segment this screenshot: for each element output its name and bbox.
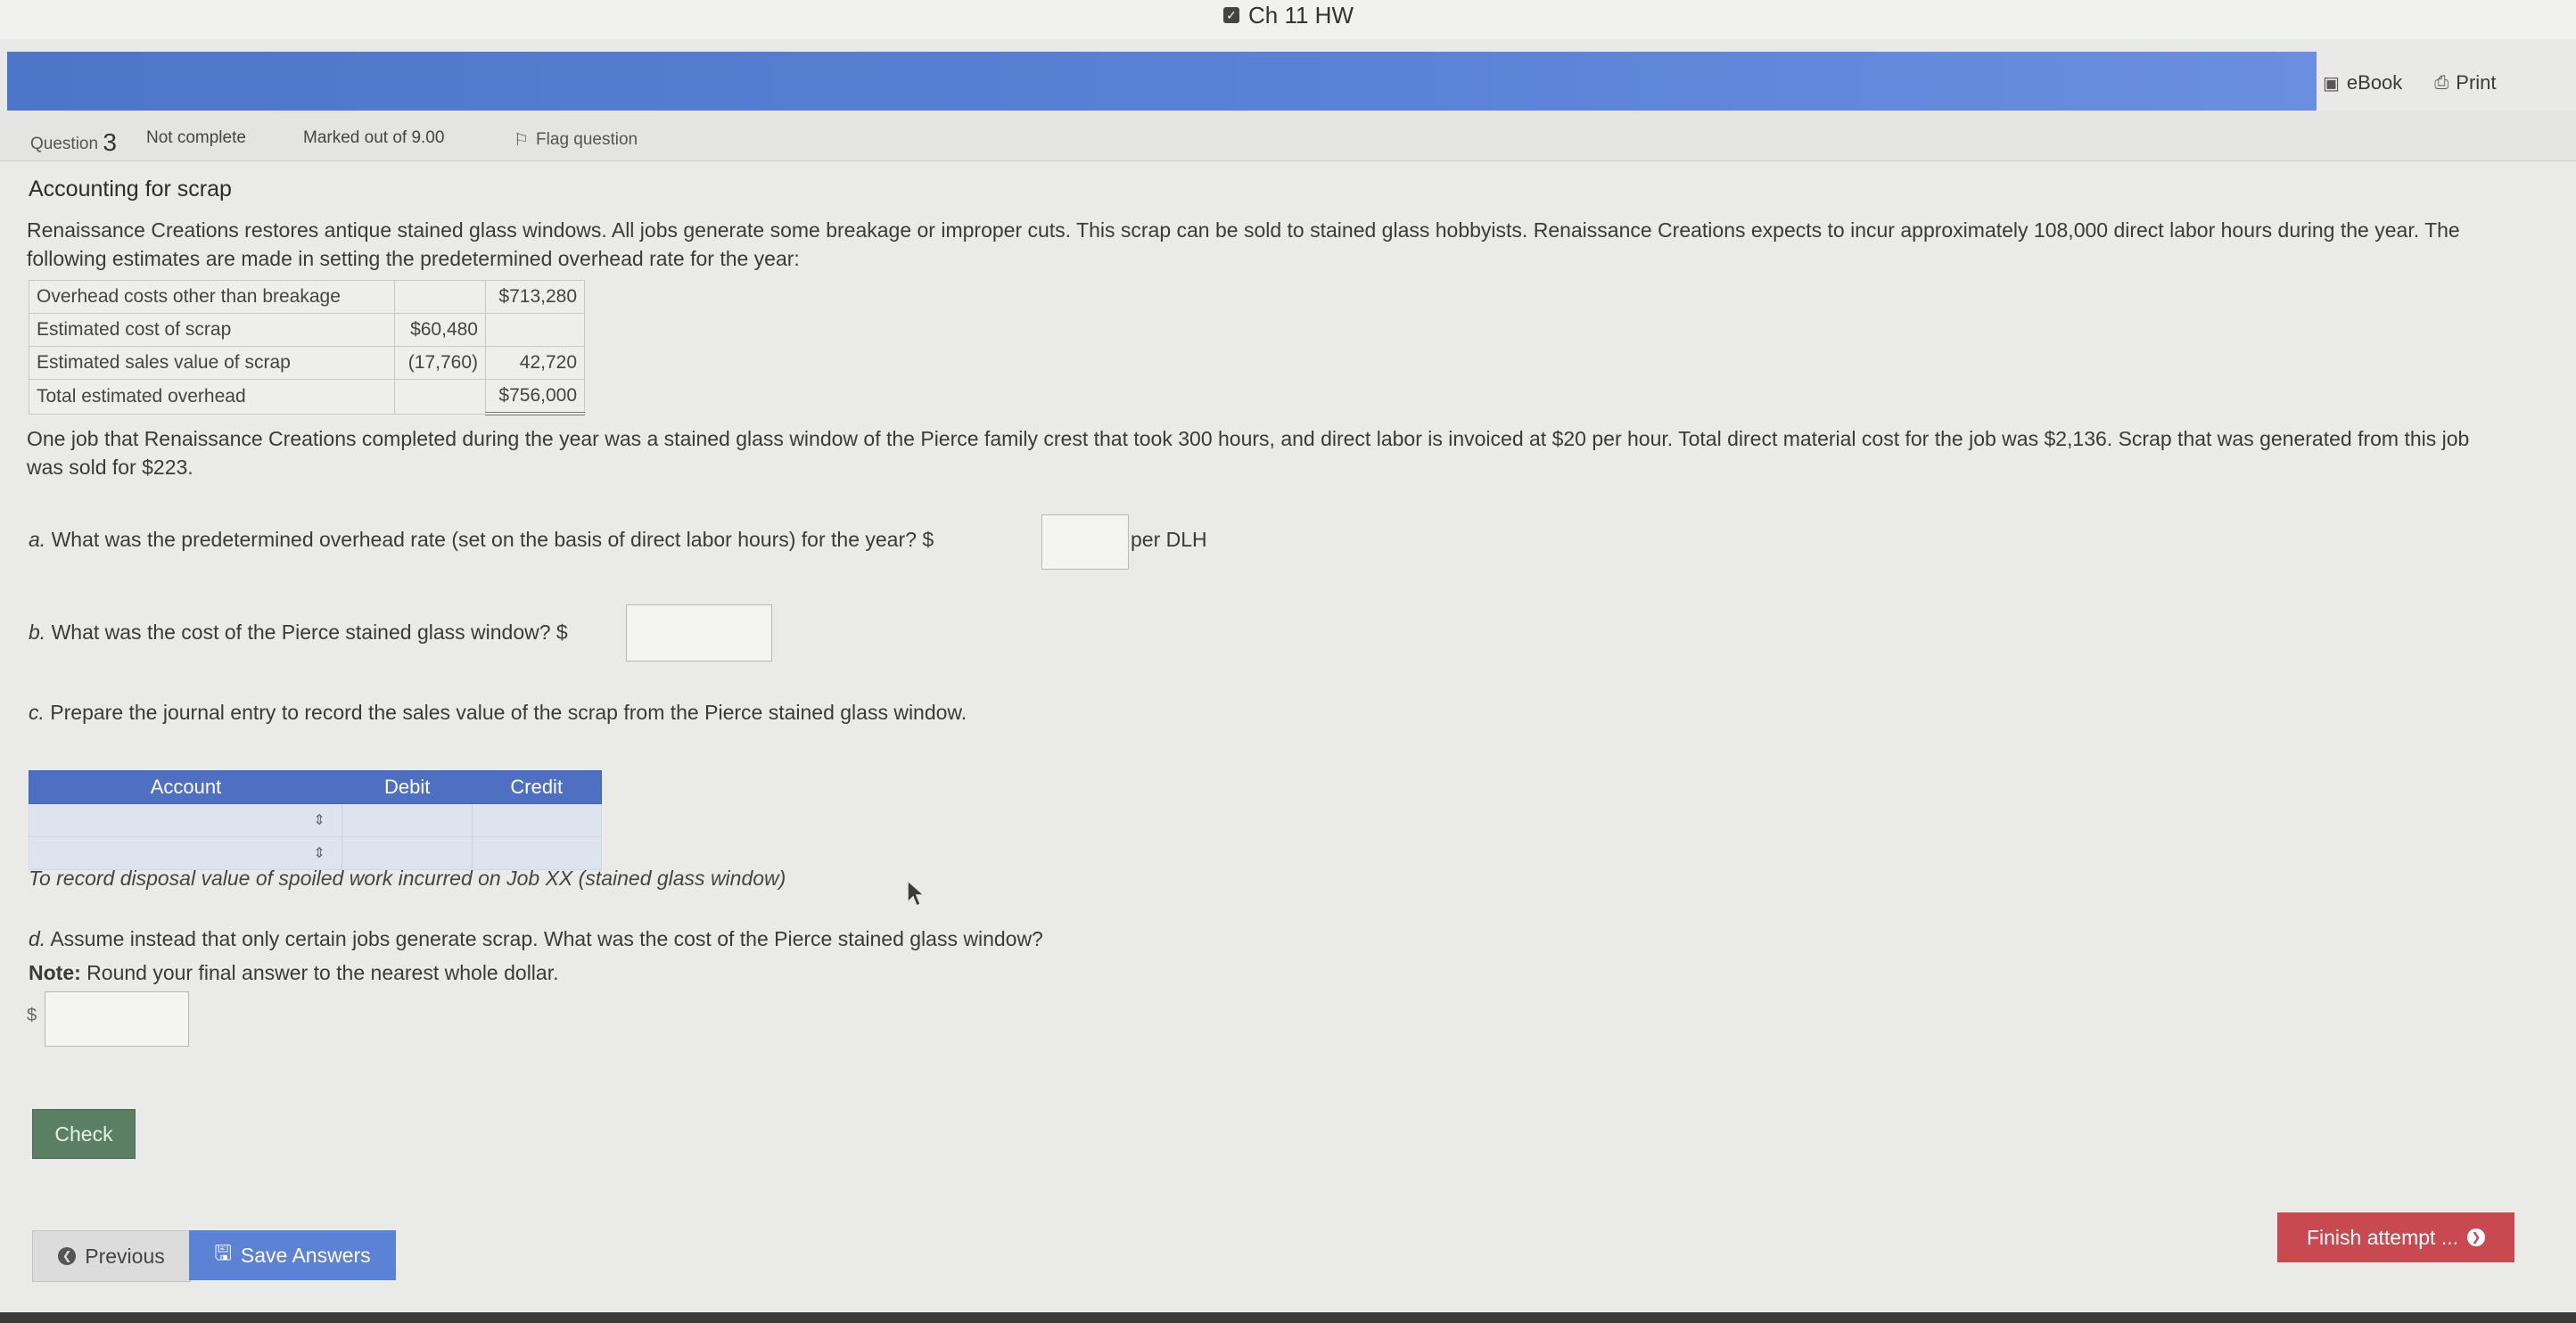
- credit-input[interactable]: [473, 804, 601, 836]
- print-link[interactable]: ⎙ Print: [2434, 71, 2496, 94]
- save-answers-button[interactable]: 🖫 Save Answers: [189, 1230, 396, 1280]
- table-row: Estimated cost of scrap $60,480: [29, 313, 585, 347]
- check-button[interactable]: Check: [32, 1109, 136, 1159]
- journal-entry-table: Account Debit Credit ⇕ ⇕: [29, 770, 602, 870]
- alt-window-cost-input[interactable]: [45, 991, 189, 1047]
- debit-header: Debit: [384, 776, 431, 798]
- flag-icon: ⚐: [514, 131, 530, 150]
- credit-header: Credit: [510, 776, 564, 798]
- problem-intro: Renaissance Creations restores antique s…: [27, 218, 2460, 270]
- table-row: Overhead costs other than breakage $713,…: [29, 280, 585, 314]
- journal-row: ⇕: [29, 837, 602, 870]
- mouse-cursor-icon: [907, 879, 926, 908]
- question-info-bar: Question 3 Not complete Marked out of 9.…: [0, 111, 2576, 161]
- ebook-link[interactable]: ▣ eBook: [2323, 71, 2402, 94]
- overhead-rate-input[interactable]: [1041, 514, 1129, 570]
- part-d-question: d. Assume instead that only certain jobs…: [29, 927, 1043, 950]
- question-status: Not complete: [146, 128, 246, 147]
- book-icon: ▣: [2323, 73, 2340, 94]
- question-marks: Marked out of 9.00: [303, 128, 445, 147]
- table-row: Estimated sales value of scrap (17,760) …: [29, 346, 585, 380]
- journal-row: ⇕: [29, 804, 602, 837]
- select-arrows-icon: ⇕: [313, 846, 325, 861]
- print-label: Print: [2456, 71, 2497, 94]
- dollar-sign: $: [27, 1006, 37, 1025]
- part-a-question: a. What was the predetermined overhead r…: [29, 528, 934, 551]
- journal-caption: To record disposal value of spoiled work…: [29, 867, 786, 890]
- header-banner: [7, 52, 2317, 111]
- ebook-label: eBook: [2346, 71, 2403, 94]
- question-content: Accounting for scrap Renaissance Creatio…: [0, 162, 2576, 1312]
- previous-button[interactable]: ❮ Previous: [32, 1230, 191, 1282]
- toolbar: ▣ eBook ⎙ Print: [2323, 71, 2497, 94]
- window-cost-input[interactable]: [626, 604, 772, 662]
- save-icon: 🖫: [214, 1240, 232, 1264]
- question-number: Question 3: [30, 128, 117, 156]
- journal-header-row: Account Debit Credit: [29, 770, 602, 804]
- problem-title: Accounting for scrap: [29, 177, 232, 201]
- finish-attempt-button[interactable]: Finish attempt ... ❯: [2277, 1212, 2514, 1262]
- account-select[interactable]: ⇕: [29, 804, 342, 836]
- checkbox-icon: ✓: [1223, 7, 1239, 23]
- account-select[interactable]: ⇕: [29, 837, 342, 869]
- part-b-question: b. What was the cost of the Pierce stain…: [29, 620, 568, 644]
- bottom-edge: [0, 1312, 2576, 1323]
- flag-question-link[interactable]: ⚐ Flag question: [514, 130, 638, 151]
- rounding-note: Note: Round your final answer to the nea…: [29, 961, 559, 984]
- document-title-text: Ch 11 HW: [1248, 1, 1354, 29]
- job-description: One job that Renaissance Creations compl…: [27, 427, 2470, 479]
- debit-input[interactable]: [342, 837, 473, 869]
- chevron-left-icon: ❮: [58, 1247, 77, 1265]
- credit-input[interactable]: [473, 837, 601, 869]
- overhead-estimates-table: Overhead costs other than breakage $713,…: [29, 280, 585, 415]
- printer-icon: ⎙: [2434, 72, 2449, 93]
- document-title: ✓ Ch 11 HW: [1223, 0, 1354, 30]
- per-dlh-label: per DLH: [1131, 528, 1207, 551]
- account-header: Account: [150, 776, 222, 798]
- select-arrows-icon: ⇕: [313, 813, 325, 828]
- part-c-question: c. Prepare the journal entry to record t…: [29, 701, 967, 724]
- debit-input[interactable]: [342, 804, 473, 836]
- chevron-right-icon: ❯: [2467, 1228, 2485, 1246]
- table-row: Total estimated overhead $756,000: [29, 379, 585, 415]
